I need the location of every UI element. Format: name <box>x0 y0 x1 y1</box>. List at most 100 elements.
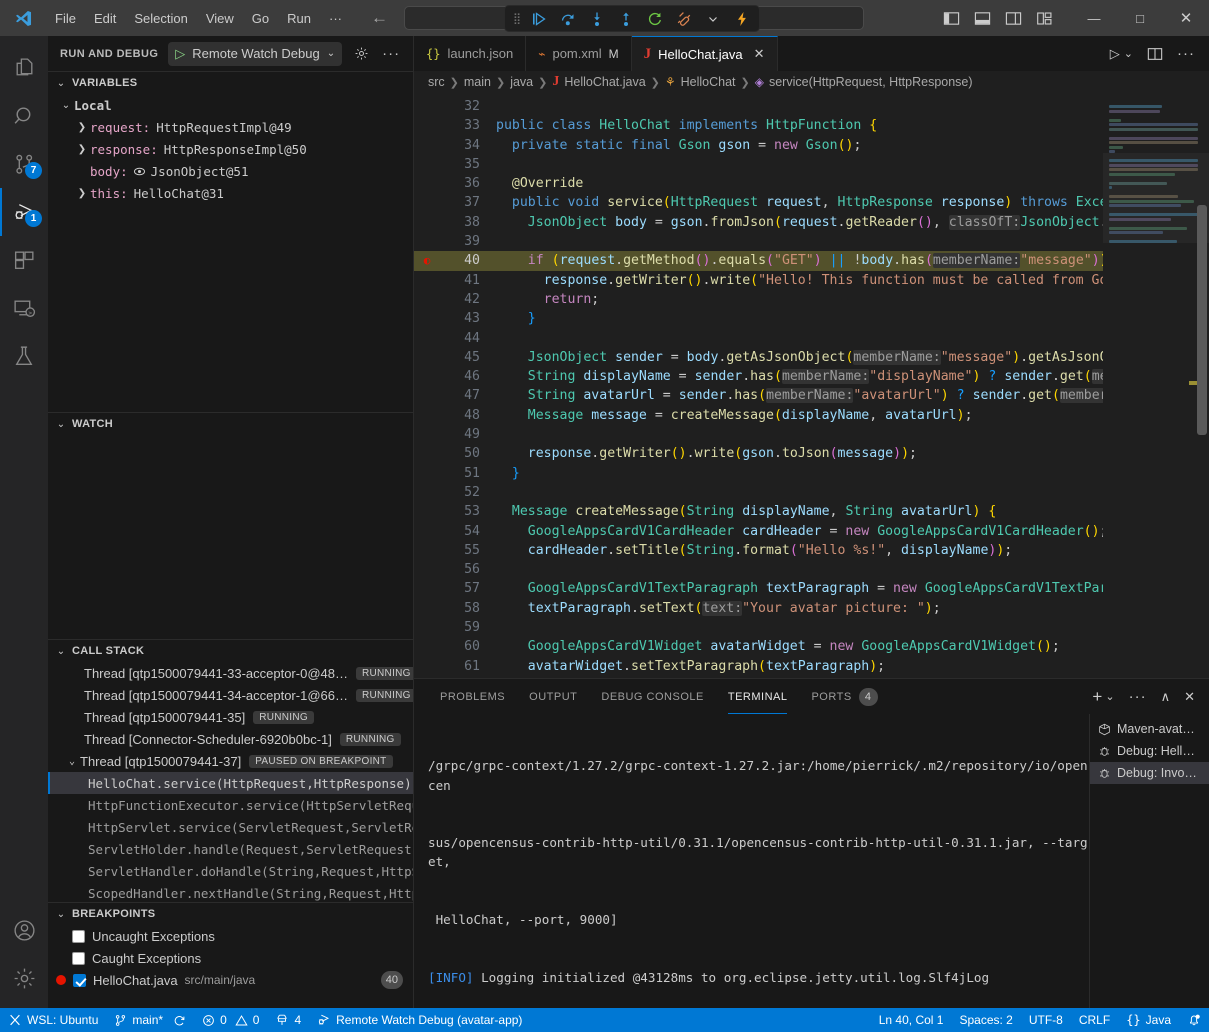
status-branch-indicator[interactable]: main* <box>106 1008 194 1032</box>
status-remote-indicator[interactable]: WSL: Ubuntu <box>0 1008 106 1032</box>
customize-layout-icon[interactable] <box>1036 10 1053 27</box>
activity-item-settings[interactable] <box>0 954 48 1002</box>
back-arrow-icon[interactable]: ← <box>371 8 388 28</box>
split-editor-button[interactable] <box>1147 46 1163 62</box>
activity-item-search[interactable] <box>0 92 48 140</box>
minimap-slider[interactable] <box>1103 153 1209 243</box>
call-stack-thread[interactable]: Thread [qtp1500079441-35] RUNNING <box>48 706 413 728</box>
toggle-panel-icon[interactable] <box>974 10 991 27</box>
status-indentation[interactable]: Spaces: 2 <box>951 1008 1020 1032</box>
activity-item-explorer[interactable] <box>0 44 48 92</box>
continue-button[interactable] <box>530 10 548 28</box>
chevron-down-icon[interactable]: ⌄ <box>327 48 335 59</box>
open-launch-settings-button[interactable] <box>350 43 372 65</box>
terminal-list-item-debug-invoker[interactable]: Debug: Invo… <box>1090 762 1209 784</box>
tab-terminal[interactable]: TERMINAL <box>716 679 800 714</box>
code-lines[interactable]: 32 33public class HelloChat implements H… <box>414 93 1103 678</box>
panel-more-button[interactable]: ··· <box>1129 688 1147 705</box>
tab-problems[interactable]: PROBLEMS <box>428 679 517 714</box>
minimap[interactable] <box>1103 93 1209 678</box>
disconnect-button[interactable] <box>675 10 693 28</box>
start-debug-icon[interactable]: ▷ <box>175 46 185 62</box>
menu-selection[interactable]: Selection <box>125 7 196 30</box>
tab-ports[interactable]: PORTS 4 <box>799 679 889 714</box>
toggle-primary-sidebar-icon[interactable] <box>943 10 960 27</box>
breadcrumb-item-class[interactable]: HelloChat <box>681 75 736 89</box>
status-problems-indicator[interactable]: 0 0 <box>194 1008 267 1032</box>
terminal-output[interactable]: /grpc/grpc-context/1.27.2/grpc-context-1… <box>414 714 1089 1008</box>
call-stack-thread[interactable]: Thread [qtp1500079441-34-acceptor-1@66… … <box>48 684 413 706</box>
menu-go[interactable]: Go <box>243 7 278 30</box>
menu-file[interactable]: File <box>46 7 85 30</box>
scrollbar-thumb[interactable] <box>1197 205 1207 435</box>
call-stack-frame[interactable]: HttpFunctionExecutor.service(HttpServlet… <box>48 794 413 816</box>
activity-item-extensions[interactable] <box>0 236 48 284</box>
chevron-right-icon[interactable]: ❯ <box>74 122 90 133</box>
status-debug-session-indicator[interactable]: Remote Watch Debug (avatar-app) <box>309 1008 530 1032</box>
hot-reload-button[interactable] <box>733 10 751 28</box>
call-stack-frame[interactable]: ScopedHandler.nextHandle(String,Request,… <box>48 882 413 902</box>
breakpoint-checkbox[interactable] <box>72 930 85 943</box>
run-dropdown[interactable]: ⌄ <box>1124 47 1133 60</box>
status-ports-indicator[interactable]: 4 <box>267 1008 309 1032</box>
variable-row[interactable]: ❯ response: HttpResponseImpl@50 <box>48 138 413 160</box>
editor-more-button[interactable]: ··· <box>1177 45 1195 62</box>
breadcrumb-item-main[interactable]: main <box>464 75 491 89</box>
debug-configuration-selector[interactable]: ▷ Remote Watch Debug ⌄ <box>168 42 342 66</box>
code-editor[interactable]: 32 33public class HelloChat implements H… <box>414 93 1209 678</box>
status-cursor-position[interactable]: Ln 40, Col 1 <box>871 1008 952 1032</box>
activity-item-accounts[interactable] <box>0 906 48 954</box>
watch-body[interactable] <box>48 435 413 639</box>
breadcrumb-item-method[interactable]: service(HttpRequest, HttpResponse) <box>769 75 973 89</box>
activity-item-run-and-debug[interactable]: 1 <box>0 188 48 236</box>
drag-handle-icon[interactable]: ⣿ <box>513 12 519 25</box>
run-button[interactable]: ▷ <box>1110 46 1120 62</box>
breakpoint-hellochat-java[interactable]: HelloChat.java src/main/java 40 <box>48 969 413 991</box>
toggle-secondary-sidebar-icon[interactable] <box>1005 10 1022 27</box>
menu-edit[interactable]: Edit <box>85 7 125 30</box>
variable-row[interactable]: ❯ this: HelloChat@31 <box>48 182 413 204</box>
call-stack-thread-paused[interactable]: ⌄ Thread [qtp1500079441-37] PAUSED ON BR… <box>48 750 413 772</box>
terminal-list-item-debug-hello[interactable]: Debug: Hell… <box>1090 740 1209 762</box>
restart-button[interactable] <box>646 10 664 28</box>
call-stack-frame[interactable]: ServletHolder.handle(Request,ServletRequ… <box>48 838 413 860</box>
menu-run[interactable]: Run <box>278 7 320 30</box>
status-encoding[interactable]: UTF-8 <box>1021 1008 1071 1032</box>
breadcrumb-item-java[interactable]: java <box>510 75 533 89</box>
eye-icon[interactable] <box>133 165 146 178</box>
sidebar-more-actions-button[interactable]: ··· <box>380 43 402 65</box>
call-stack-frame[interactable]: ServletHandler.doHandle(String,Request,H… <box>48 860 413 882</box>
menu-more[interactable]: ··· <box>320 7 351 30</box>
variable-row[interactable]: ❯ request: HttpRequestImpl@49 <box>48 116 413 138</box>
status-language-mode[interactable]: {} Java <box>1118 1008 1179 1032</box>
minimize-button[interactable]: — <box>1071 0 1117 36</box>
sync-icon[interactable] <box>173 1014 186 1027</box>
call-stack-section-header[interactable]: ⌄ CALL STACK <box>48 640 413 662</box>
status-eol[interactable]: CRLF <box>1071 1008 1118 1032</box>
tab-close-icon[interactable]: ✕ <box>754 46 765 62</box>
activity-item-remote-explorer[interactable]: > <box>0 284 48 332</box>
tab-launch-json[interactable]: {} launch.json <box>414 36 526 71</box>
chevron-right-icon[interactable]: ❯ <box>74 188 90 199</box>
step-out-button[interactable] <box>617 10 635 28</box>
chevron-right-icon[interactable]: ❯ <box>74 144 90 155</box>
breadcrumb-item-file[interactable]: HelloChat.java <box>564 75 645 89</box>
tab-debug-console[interactable]: DEBUG CONSOLE <box>589 679 715 714</box>
terminal-list-item-maven[interactable]: Maven-avat… <box>1090 718 1209 740</box>
breakpoint-checkbox[interactable] <box>73 974 86 987</box>
terminal-profile-dropdown[interactable]: ⌄ <box>1105 690 1114 703</box>
status-notifications-bell[interactable] <box>1179 1008 1209 1032</box>
activity-item-source-control[interactable]: 7 <box>0 140 48 188</box>
variables-section-header[interactable]: ⌄ VARIABLES <box>48 72 413 94</box>
call-stack-thread[interactable]: Thread [Connector-Scheduler-6920b0bc-1] … <box>48 728 413 750</box>
call-stack-frame[interactable]: HelloChat.service(HttpRequest,HttpRespon… <box>48 772 413 794</box>
breakpoint-uncaught-exceptions[interactable]: Uncaught Exceptions <box>48 925 413 947</box>
debug-session-dropdown[interactable] <box>704 10 722 28</box>
new-terminal-button[interactable]: + <box>1092 687 1102 707</box>
variable-scope-local[interactable]: ⌄ Local <box>48 94 413 116</box>
breakpoint-caught-exceptions[interactable]: Caught Exceptions <box>48 947 413 969</box>
watch-section-header[interactable]: ⌄ WATCH <box>48 413 413 435</box>
step-over-button[interactable] <box>559 10 577 28</box>
close-button[interactable]: ✕ <box>1163 0 1209 36</box>
step-into-button[interactable] <box>588 10 606 28</box>
